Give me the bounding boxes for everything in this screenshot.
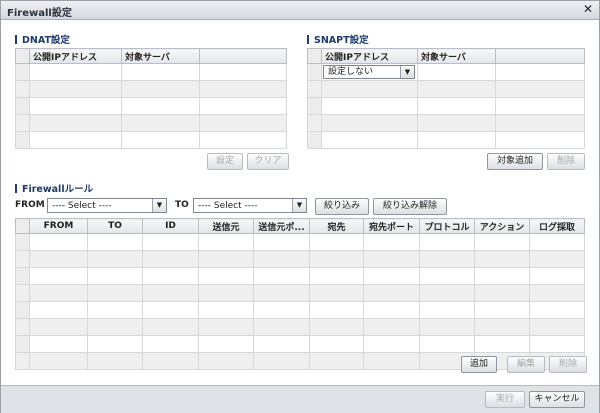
table-row[interactable]: 設定しない ▼	[307, 63, 585, 81]
snapt-section-title: SNAPT設定	[307, 32, 369, 46]
cancel-button[interactable]: キャンセル	[529, 391, 585, 408]
dnat-setting-button[interactable]: 設定	[207, 153, 243, 170]
table-row[interactable]	[15, 352, 585, 370]
column-header-to[interactable]: TO	[87, 218, 143, 234]
firewall-add-button[interactable]: 追加	[461, 356, 497, 373]
snapt-ip-cell[interactable]: 設定しない ▼	[321, 63, 418, 81]
table-row[interactable]	[15, 301, 585, 319]
firewall-rules-table: FROM TO ID 送信元 送信元ポ... 宛先 宛先ポート プロトコル アク…	[15, 218, 585, 370]
table-row[interactable]	[15, 284, 585, 302]
column-header-target-server[interactable]: 対象サーバ	[417, 48, 496, 64]
column-header-public-ip[interactable]: 公開IPアドレス	[321, 48, 418, 64]
snapt-ip-select[interactable]: 設定しない ▼	[323, 65, 415, 79]
clear-filter-button[interactable]: 絞り込み解除	[373, 198, 447, 215]
select-column-header	[15, 218, 30, 234]
dialog-footer: 実行 キャンセル	[1, 385, 599, 413]
select-column-header	[15, 48, 30, 64]
title-bar: Firewall設定 ✕	[1, 1, 599, 20]
section-bar-icon	[15, 35, 17, 44]
from-label: FROM	[15, 200, 45, 210]
to-select[interactable]: ---- Select ---- ▼	[193, 198, 307, 213]
table-row[interactable]	[15, 97, 287, 115]
table-header-row: 公開IPアドレス 対象サーバ	[307, 48, 585, 64]
dialog-title: Firewall設定	[7, 8, 72, 19]
column-header-logging[interactable]: ログ採取	[529, 218, 585, 234]
table-row[interactable]	[307, 114, 585, 132]
snapt-table: 公開IPアドレス 対象サーバ 設定しない ▼	[307, 48, 585, 149]
close-icon[interactable]: ✕	[583, 2, 593, 16]
table-row[interactable]	[15, 267, 585, 285]
chevron-down-icon[interactable]: ▼	[292, 199, 306, 212]
filter-button[interactable]: 絞り込み	[315, 198, 369, 215]
dnat-table: 公開IPアドレス 対象サーバ	[15, 48, 287, 149]
snapt-add-target-button[interactable]: 対象追加	[487, 153, 543, 170]
chevron-down-icon[interactable]: ▼	[400, 66, 414, 78]
dnat-clear-button[interactable]: クリア	[247, 153, 289, 170]
firewall-edit-button[interactable]: 編集	[507, 356, 545, 373]
table-row[interactable]	[15, 114, 287, 132]
snapt-delete-button[interactable]: 削除	[547, 153, 585, 170]
column-header-source-port[interactable]: 送信元ポ...	[253, 218, 310, 234]
table-row[interactable]	[15, 63, 287, 81]
table-row[interactable]	[15, 233, 585, 251]
table-row[interactable]	[307, 97, 585, 115]
column-header-blank	[495, 48, 585, 64]
table-row[interactable]	[15, 80, 287, 98]
to-label: TO	[175, 200, 189, 210]
column-header-protocol[interactable]: プロトコル	[419, 218, 475, 234]
column-header-target-server[interactable]: 対象サーバ	[121, 48, 200, 64]
column-header-source[interactable]: 送信元	[198, 218, 254, 234]
column-header-blank	[199, 48, 287, 64]
table-row[interactable]	[15, 131, 287, 149]
table-header-row: FROM TO ID 送信元 送信元ポ... 宛先 宛先ポート プロトコル アク…	[15, 218, 585, 234]
from-select[interactable]: ---- Select ---- ▼	[47, 198, 167, 213]
section-bar-icon	[15, 184, 17, 193]
dnat-section-title: DNAT設定	[15, 32, 70, 46]
chevron-down-icon[interactable]: ▼	[152, 199, 166, 212]
column-header-id[interactable]: ID	[142, 218, 199, 234]
column-header-action[interactable]: アクション	[474, 218, 530, 234]
select-column-header	[307, 48, 322, 64]
firewall-section-title: Firewallルール	[15, 181, 93, 195]
column-header-destination-port[interactable]: 宛先ポート	[363, 218, 420, 234]
table-row[interactable]	[15, 318, 585, 336]
table-row[interactable]	[307, 80, 585, 98]
execute-button[interactable]: 実行	[485, 391, 525, 408]
table-row[interactable]	[15, 335, 585, 353]
section-bar-icon	[307, 35, 309, 44]
firewall-delete-button[interactable]: 削除	[549, 356, 587, 373]
column-header-public-ip[interactable]: 公開IPアドレス	[29, 48, 122, 64]
table-row[interactable]	[307, 131, 585, 149]
table-row[interactable]	[15, 250, 585, 268]
table-header-row: 公開IPアドレス 対象サーバ	[15, 48, 287, 64]
column-header-destination[interactable]: 宛先	[309, 218, 364, 234]
firewall-settings-dialog: Firewall設定 ✕ DNAT設定 公開IPアドレス 対象サーバ 設定 クリ…	[0, 0, 600, 413]
column-header-from[interactable]: FROM	[29, 218, 88, 234]
